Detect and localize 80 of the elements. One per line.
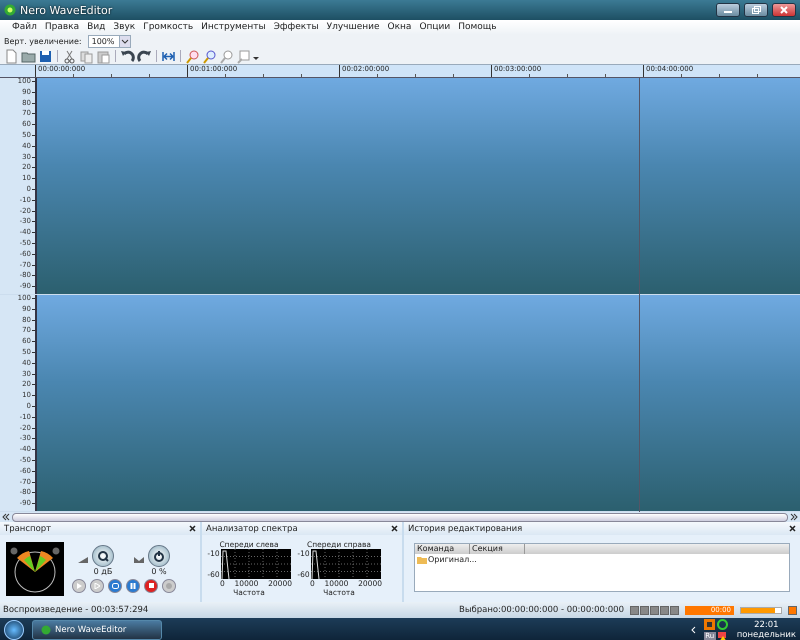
taskbar-task[interactable]: Nero WaveEditor: [32, 620, 162, 640]
spectrum-plot-drawing: [220, 549, 291, 579]
history-item[interactable]: Оригинал...: [428, 555, 477, 564]
save-icon[interactable]: [38, 48, 53, 64]
loop-button[interactable]: [108, 578, 122, 592]
scroll-right-icon[interactable]: [790, 513, 798, 521]
stop-button[interactable]: [144, 578, 158, 592]
horizontal-scrollbar[interactable]: [12, 512, 788, 522]
play-outline-icon: [94, 582, 100, 588]
loop-icon: [112, 582, 118, 588]
volume-reading: 0 дБ: [94, 566, 112, 576]
menu-item[interactable]: Эффекты: [270, 22, 323, 32]
restore-button[interactable]: [744, 3, 768, 17]
balance-knob[interactable]: [148, 544, 170, 566]
tray-expand-icon[interactable]: [690, 626, 696, 634]
panel-title: Транспорт: [4, 524, 52, 534]
minimize-button[interactable]: [716, 3, 740, 17]
selection-text: Выбрано:00:00:00:000 - 00:00:00:000: [458, 605, 624, 615]
menu-item[interactable]: Улучшение: [322, 22, 384, 32]
close-icon: [780, 6, 788, 14]
play-icon: [76, 582, 82, 588]
balance-reading: 0 %: [151, 566, 167, 576]
menu-item[interactable]: Правка: [40, 22, 84, 32]
zoom-dropdown[interactable]: 100%: [88, 34, 130, 48]
close-icon[interactable]: [189, 525, 196, 532]
close-icon[interactable]: [789, 525, 796, 532]
mini-pause-button[interactable]: [640, 606, 649, 614]
menu-item[interactable]: Файл: [8, 22, 41, 32]
menu-item[interactable]: Окна: [384, 22, 416, 32]
restore-icon: [752, 6, 760, 14]
zoom-value: 100%: [92, 36, 114, 46]
menu-item[interactable]: Инструменты: [197, 22, 270, 32]
app-logo-icon: [41, 625, 51, 635]
redo-icon[interactable]: [137, 48, 152, 64]
menu-item[interactable]: Опции: [415, 22, 454, 32]
column-header[interactable]: Секция: [470, 544, 525, 554]
window-title: Nero WaveEditor: [20, 4, 114, 16]
clock-time[interactable]: 22:01: [754, 620, 779, 630]
tray-app-icon[interactable]: [704, 618, 715, 630]
pause-icon: [130, 582, 136, 588]
menu-item[interactable]: Звук: [109, 22, 140, 32]
cut-icon[interactable]: [62, 48, 77, 64]
volume-knob[interactable]: [92, 544, 114, 566]
menu-item[interactable]: Вид: [83, 22, 110, 32]
panel-title: Анализатор спектра: [206, 524, 298, 534]
tray-warning-flag-icon[interactable]: [716, 630, 728, 640]
scroll-left-icon[interactable]: [2, 513, 10, 521]
panel-title: История редактирования: [408, 524, 522, 534]
column-header[interactable]: Команда: [415, 544, 470, 554]
undo-icon[interactable]: [120, 48, 135, 64]
start-button[interactable]: [4, 620, 24, 640]
volume-ramp-icon: [78, 557, 88, 563]
clock-day[interactable]: понедельник: [736, 630, 796, 640]
record-icon: [166, 582, 172, 588]
menu-item[interactable]: Помощь: [454, 22, 501, 32]
spectrum-plot-drawing: [310, 549, 381, 579]
play-selection-button[interactable]: [90, 578, 104, 592]
menu-item[interactable]: Громкость: [139, 22, 198, 32]
zoom-in-icon[interactable]: [185, 48, 200, 64]
mini-stop-button[interactable]: [650, 606, 659, 614]
zoom-region-icon[interactable]: [219, 48, 234, 64]
volume-slider[interactable]: [740, 606, 782, 614]
record-button[interactable]: [162, 578, 176, 592]
balance-icon: [134, 557, 144, 563]
close-button[interactable]: [772, 3, 796, 17]
stop-icon: [148, 583, 154, 588]
status-text: Воспроизведение - 00:03:57:294: [3, 605, 150, 615]
zoom-label: Верт. увеличение:: [4, 36, 82, 46]
chevron-down-icon[interactable]: [118, 36, 130, 46]
play-button[interactable]: [72, 578, 86, 592]
mini-previous-button[interactable]: [660, 606, 669, 614]
mini-next-button[interactable]: [670, 606, 679, 614]
close-icon[interactable]: [391, 525, 398, 532]
app-logo-icon: [4, 4, 16, 16]
mini-play-button[interactable]: [630, 606, 639, 614]
mini-close-button[interactable]: [788, 606, 797, 614]
paste-icon[interactable]: [96, 48, 111, 64]
zoom-out-icon[interactable]: [202, 48, 217, 64]
pause-button[interactable]: [126, 578, 140, 592]
tray-network-icon[interactable]: [716, 618, 728, 630]
